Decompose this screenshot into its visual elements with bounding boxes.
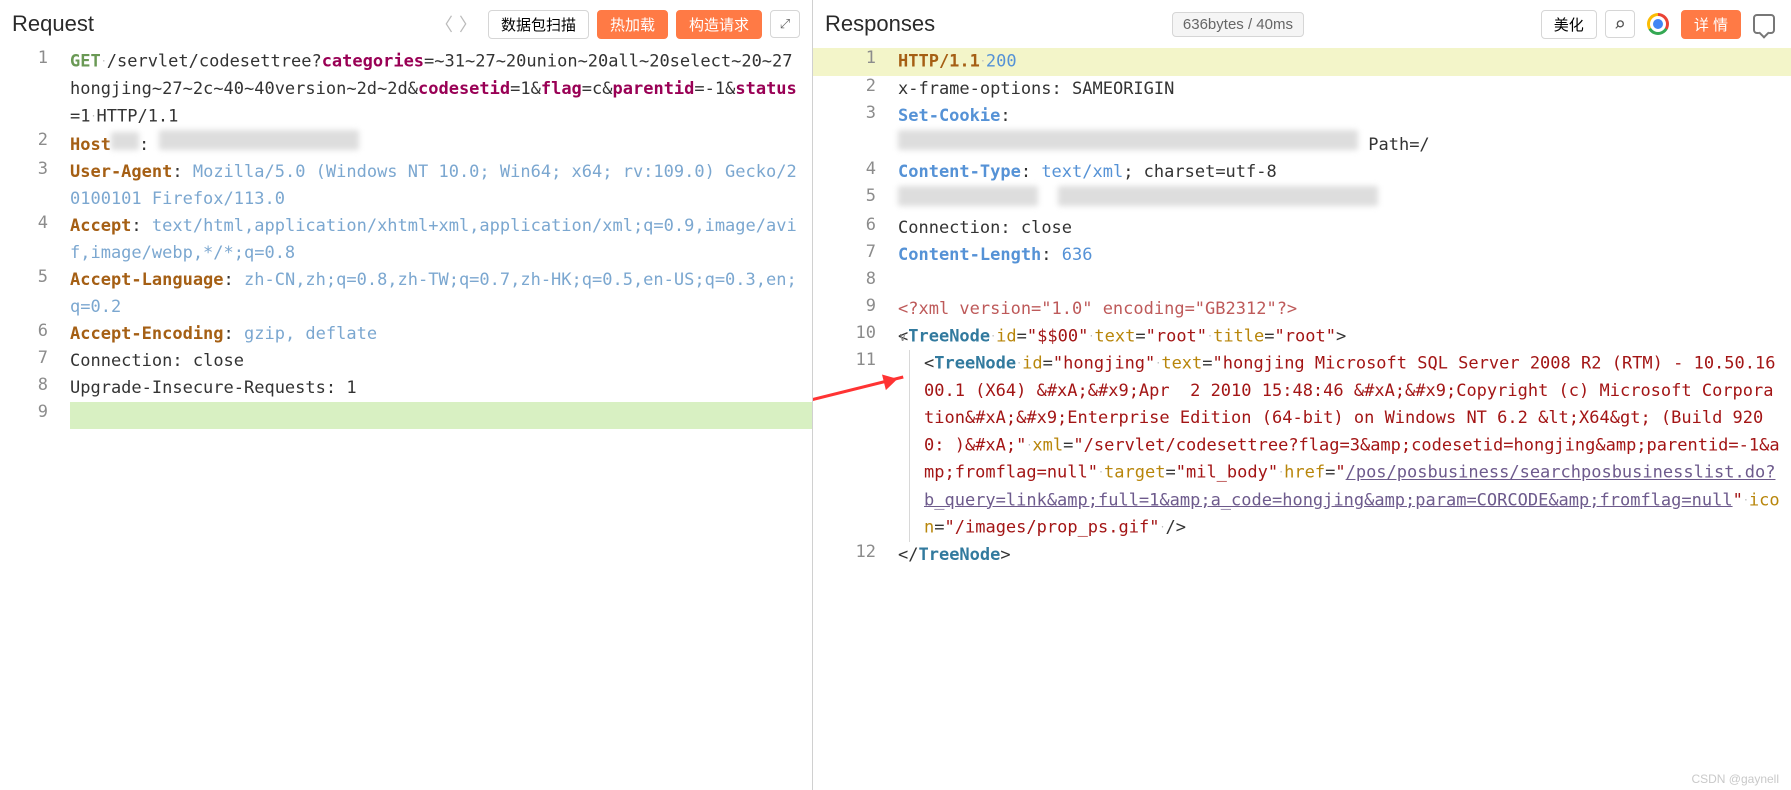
hotload-button[interactable]: 热加载	[597, 10, 668, 39]
response-panel: Responses 636bytes / 40ms 美化 详 情 1HTTP/1…	[813, 0, 1791, 790]
detail-button[interactable]: 详 情	[1681, 10, 1741, 39]
response-header: Responses 636bytes / 40ms 美化 详 情	[813, 0, 1791, 48]
redacted	[898, 130, 1358, 150]
beautify-button[interactable]: 美化	[1541, 10, 1597, 39]
expand-icon[interactable]: ⤢	[770, 10, 800, 38]
content-type-header: Content-Type	[898, 162, 1021, 182]
http-method: GET	[70, 52, 101, 72]
status-code: 200	[986, 52, 1017, 72]
arrow-annotation	[813, 376, 904, 408]
nav-next-icon[interactable]: 〉	[456, 10, 480, 38]
response-title: Responses	[825, 11, 935, 37]
http-proto: HTTP/1.1	[898, 52, 980, 72]
search-icon[interactable]	[1605, 10, 1635, 38]
connection-header: Connection	[70, 351, 172, 371]
watermark: CSDN @gaynell	[1691, 772, 1779, 786]
line-number: 1	[0, 48, 70, 68]
chrome-icon[interactable]	[1643, 10, 1673, 38]
scan-button[interactable]: 数据包扫描	[488, 10, 589, 39]
http-proto: HTTP/1.1	[97, 106, 179, 126]
redacted	[111, 132, 139, 150]
build-request-button[interactable]: 构造请求	[676, 10, 762, 39]
redacted	[159, 130, 359, 150]
set-cookie-header: Set-Cookie	[898, 106, 1000, 126]
fold-icon[interactable]: ∨	[899, 330, 906, 344]
cursor-line	[70, 402, 812, 429]
accept-lang-header: Accept-Language	[70, 270, 224, 290]
response-stats: 636bytes / 40ms	[1172, 12, 1304, 37]
upgrade-header: Upgrade-Insecure-Requests	[70, 378, 326, 398]
request-path: /servlet/codesettree?	[107, 52, 322, 72]
accept-header: Accept	[70, 216, 131, 236]
accept-enc-header: Accept-Encoding	[70, 324, 224, 344]
nav-prev-icon[interactable]: 〈	[432, 10, 456, 38]
host-header: Host	[70, 135, 111, 155]
request-title: Request	[12, 11, 94, 37]
param-key: categories	[322, 52, 424, 72]
request-header: Request 〈 〉 数据包扫描 热加载 构造请求 ⤢	[0, 0, 812, 48]
user-agent-header: User-Agent	[70, 162, 172, 182]
request-panel: Request 〈 〉 数据包扫描 热加载 构造请求 ⤢ 1GET·/servl…	[0, 0, 813, 790]
content-length-header: Content-Length	[898, 245, 1041, 265]
redacted	[898, 186, 1038, 206]
response-editor[interactable]: 1HTTP/1.1·200 2x-frame-options: SAMEORIG…	[813, 48, 1791, 790]
redacted	[1058, 186, 1378, 206]
request-editor[interactable]: 1GET·/servlet/codesettree?categories=~31…	[0, 48, 812, 790]
comment-icon[interactable]	[1749, 10, 1779, 38]
xml-pi: <?xml version="1.0" encoding="GB2312"?>	[898, 299, 1297, 319]
